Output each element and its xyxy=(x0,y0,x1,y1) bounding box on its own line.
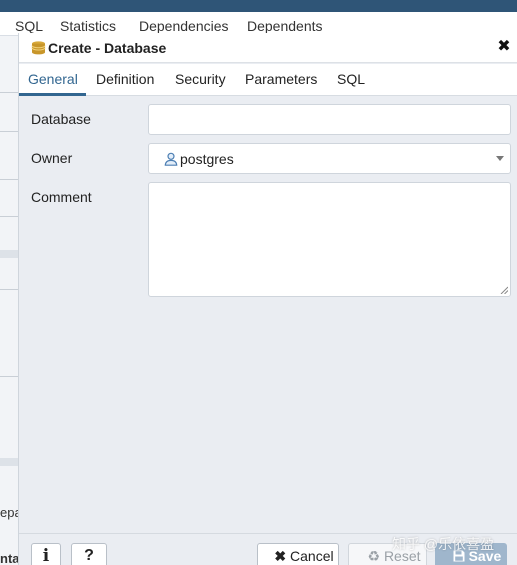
bg-band xyxy=(0,458,18,466)
comment-textarea[interactable] xyxy=(149,183,510,296)
tab-general[interactable]: General xyxy=(28,71,78,87)
database-label: Database xyxy=(31,111,91,127)
bg-divider xyxy=(0,92,18,93)
comment-field-box xyxy=(148,182,511,297)
comment-label: Comment xyxy=(31,189,92,205)
app-top-bar xyxy=(0,0,517,12)
recycle-icon: ♻ xyxy=(367,548,381,564)
dialog-header[interactable]: Create - Database ✖ xyxy=(19,33,517,63)
tab-sql[interactable]: SQL xyxy=(337,71,365,87)
x-icon: ✖ xyxy=(274,548,287,564)
owner-selected-value: postgres xyxy=(180,151,234,167)
dialog-title: Create - Database xyxy=(48,40,167,56)
bg-text-fragment: epa xyxy=(0,505,18,520)
background-panel: epa ntal xyxy=(0,36,18,565)
cancel-label: Cancel xyxy=(290,548,334,564)
dialog-tab-bar: General Definition Security Parameters S… xyxy=(19,64,517,96)
cancel-button[interactable]: ✖ Cancel xyxy=(257,543,339,565)
help-button[interactable]: ? xyxy=(71,543,107,565)
owner-label: Owner xyxy=(31,150,73,166)
bg-divider xyxy=(0,289,18,290)
bg-tab-dependents[interactable]: Dependents xyxy=(247,18,323,34)
info-icon: i xyxy=(42,546,50,565)
tab-definition[interactable]: Definition xyxy=(96,71,154,87)
bg-tab-statistics[interactable]: Statistics xyxy=(60,18,116,34)
bg-band xyxy=(0,250,18,258)
database-field-box xyxy=(148,104,511,135)
caret-down-icon[interactable] xyxy=(496,156,504,161)
tab-security[interactable]: Security xyxy=(175,71,226,87)
create-database-dialog: Create - Database ✖ General Definition S… xyxy=(18,33,517,565)
owner-select[interactable]: postgres xyxy=(148,143,511,174)
bg-tab-sql[interactable]: SQL xyxy=(15,18,43,34)
close-icon[interactable]: ✖ xyxy=(495,38,513,56)
bg-text-fragment: ntal xyxy=(0,551,18,565)
tab-parameters[interactable]: Parameters xyxy=(245,71,317,87)
info-button[interactable]: i xyxy=(31,543,61,565)
bg-divider xyxy=(0,216,18,217)
bg-divider xyxy=(0,131,18,132)
bg-tab-dependencies[interactable]: Dependencies xyxy=(139,18,229,34)
database-icon xyxy=(31,41,46,55)
bg-divider xyxy=(0,376,18,377)
help-icon: ? xyxy=(84,547,94,564)
active-tab-indicator xyxy=(19,93,86,96)
database-name-input[interactable] xyxy=(149,105,510,134)
user-icon xyxy=(164,152,178,166)
bg-divider xyxy=(0,179,18,180)
resize-handle-icon[interactable] xyxy=(500,286,508,294)
watermark-text: 知乎 @乐依喜盈 xyxy=(392,536,495,552)
